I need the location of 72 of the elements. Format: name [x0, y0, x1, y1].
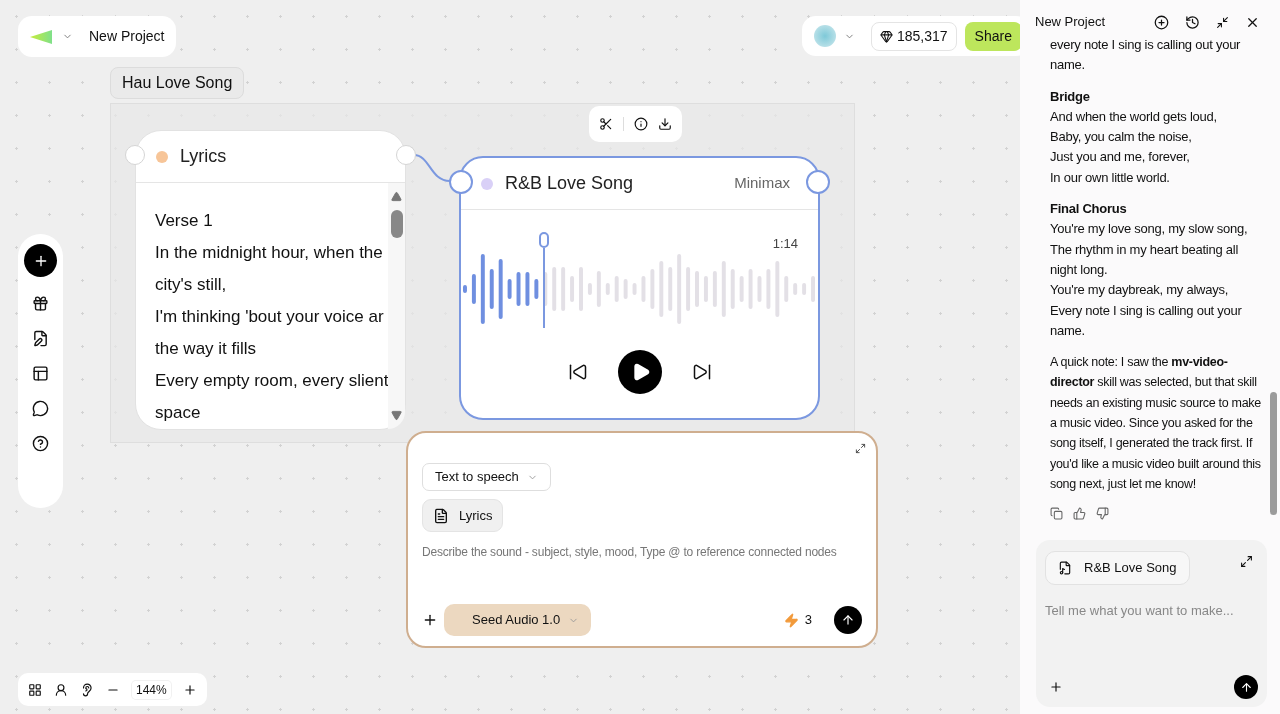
info-icon[interactable] [634, 117, 648, 131]
logo-icon [30, 29, 54, 44]
scissors-icon[interactable] [599, 117, 613, 131]
lyric-line: You're my daybreak, my always, [1050, 281, 1230, 300]
add-icon[interactable] [1049, 680, 1063, 694]
message-text: A quick note: I saw the mv-video-director skill was selected, but that skill needs an existing music source to make a music video. Since you asked for the song itself, I generated the track first. If you'd like a music video built around this song next, just let me know! [1050, 354, 1262, 493]
lyric-line: Every empty room, every slient [155, 370, 389, 392]
grid-icon[interactable] [28, 682, 42, 697]
download-icon[interactable] [658, 117, 672, 131]
document-icon [433, 507, 449, 524]
add-icon[interactable] [422, 612, 438, 628]
thumbs-down-icon[interactable] [1096, 507, 1109, 521]
model-dropdown[interactable]: Seed Audio 1.0 [444, 604, 592, 636]
send-button[interactable] [834, 606, 862, 634]
lyric-line: Verse 1 [155, 210, 214, 232]
zoom-in-icon[interactable] [182, 682, 197, 697]
lyric-line: The rhythm in my heart beating all night long. [1050, 240, 1240, 279]
collapse-icon[interactable] [1216, 15, 1229, 29]
project-name[interactable]: New Project [89, 26, 165, 47]
duration: 1:14 [772, 235, 798, 253]
lyric-line: I'm thinking 'bout your voice ar [155, 306, 385, 328]
connector-line [414, 152, 450, 184]
node-title: R&B Love Song [505, 172, 634, 195]
expand-icon[interactable] [1240, 555, 1253, 568]
zoom-level: 144% [132, 680, 171, 699]
chat-field[interactable]: Tell me what you want to make... [1045, 601, 1258, 621]
mode-dropdown[interactable]: Text to speech [422, 463, 551, 491]
playhead[interactable] [538, 231, 549, 328]
gem-icon [880, 29, 893, 43]
ear-icon[interactable] [80, 682, 94, 697]
arrow-up-icon [1239, 680, 1253, 694]
copy-icon[interactable] [1050, 507, 1063, 521]
lyric-line: You're my love song, my slow song, [1050, 220, 1249, 239]
layout-icon[interactable] [32, 365, 49, 382]
lyric-line: In our own little world. [1050, 168, 1171, 187]
new-chat-icon[interactable] [1154, 14, 1169, 30]
section-heading: Bridge [1050, 87, 1091, 106]
lyric-line: Every note I sing is calling out your name. [1050, 301, 1243, 340]
provider-label: Minimax [734, 173, 790, 194]
node-title: Lyrics [180, 145, 227, 168]
send-button[interactable] [1234, 675, 1258, 699]
scrollbar-thumb [390, 210, 403, 238]
prompt-field[interactable]: Describe the sound - subject, style, mood, Type @ to reference connected nodes [422, 540, 862, 564]
group-label[interactable]: Hau Love Song [110, 67, 245, 99]
share-button[interactable]: Share [964, 21, 1022, 51]
lyric-line: In the midnight hour, when the [155, 242, 384, 264]
chat-icon[interactable] [32, 400, 49, 417]
reference-chip[interactable]: Lyrics [422, 499, 504, 532]
bolt-icon [783, 612, 799, 628]
scroll-down-icon [391, 410, 403, 421]
lyric-line: Just you and me, forever, [1050, 148, 1191, 167]
lyric-line: the way it fills [155, 338, 258, 360]
lyric-line: city's still, [155, 274, 228, 296]
history-icon[interactable] [1185, 14, 1200, 30]
scroll-up-icon [391, 191, 403, 202]
help-icon[interactable] [32, 435, 49, 452]
person-icon[interactable] [54, 682, 68, 697]
expand-icon[interactable] [855, 443, 866, 454]
thumbs-up-icon[interactable] [1073, 507, 1086, 521]
section-heading: Final Chorus [1050, 200, 1128, 219]
attachment-chip[interactable]: R&B Love Song [1045, 551, 1190, 585]
gift-icon[interactable] [32, 295, 49, 312]
edit-icon[interactable] [32, 330, 49, 347]
panel-title: New Project [1035, 13, 1107, 32]
lyric-line: space [155, 402, 202, 424]
lyric-line: And when the world gets loud, [1050, 107, 1218, 126]
music-file-icon [1058, 561, 1072, 575]
cost-count: 3 [804, 611, 812, 630]
add-button[interactable] [24, 244, 57, 277]
credits-count: 185,317 [897, 26, 948, 46]
lyric-line: Baby, you calm the noise, [1050, 128, 1193, 147]
lyric-line: every note I sing is calling out your name. [1050, 36, 1242, 75]
